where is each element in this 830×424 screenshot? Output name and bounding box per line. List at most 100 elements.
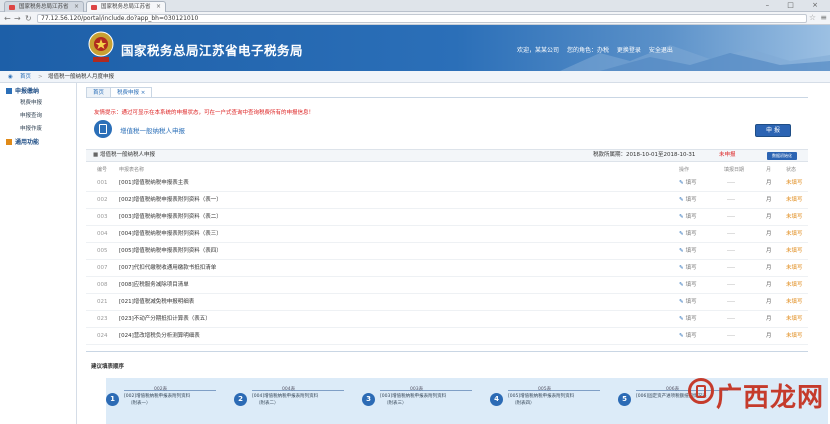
step-desc: [004]增值税纳税申报表附列资料: [252, 394, 319, 399]
tab-divider: [86, 97, 808, 98]
address-bar: ← → ↻ 77.12.56.120/portal/include.do?app…: [0, 12, 830, 25]
pen-icon: ✎: [679, 316, 684, 322]
browser-tab-1[interactable]: 国家税务总局江苏省 ×: [4, 1, 84, 12]
menu-square-icon: [6, 88, 12, 94]
fill-link[interactable]: ✎ 填写: [679, 209, 697, 226]
pen-icon: ✎: [679, 299, 684, 305]
row-period: 月: [766, 299, 772, 305]
row-name[interactable]: [003]增值税纳税申报表附列资料（表二）: [119, 209, 222, 226]
sidebar-item-declare-query[interactable]: 申报查询: [20, 112, 42, 121]
reload-icon[interactable]: ↻: [25, 14, 32, 23]
fill-link-label: 填写: [685, 282, 697, 288]
table-row: 021 [021]增值税减免税申报明细表 ---- 月 未填写 ✎ 填写: [86, 294, 808, 311]
close-tab-icon[interactable]: ×: [156, 2, 161, 12]
pen-icon: ✎: [679, 231, 684, 237]
data-init-button[interactable]: 数据初始化: [767, 152, 797, 160]
browser-menu-icon[interactable]: ≡: [820, 13, 827, 22]
status-badge: 未申报: [719, 152, 736, 158]
fill-link[interactable]: ✎ 填写: [679, 328, 697, 345]
back-icon[interactable]: ←: [4, 14, 11, 23]
tax-emblem-icon: [88, 31, 114, 62]
bookmark-star-icon[interactable]: ☆: [809, 13, 816, 22]
expand-icon[interactable]: ■: [93, 152, 98, 158]
pen-icon: ✎: [679, 197, 684, 203]
sidebar: 申报缴纳 税费申报 申报查询 申报作废 通用功能: [0, 83, 77, 424]
header-links: 欢迎，某某公司 您的角色：办税 更换登录 安全退出: [517, 45, 679, 54]
mountain-banner-icon: [560, 45, 830, 71]
step-number-badge: 3: [362, 393, 375, 406]
role-link[interactable]: 您的角色：办税: [567, 47, 609, 54]
breadcrumb-current: 增值税一般纳税人月度申报: [48, 74, 115, 80]
fill-link[interactable]: ✎ 填写: [679, 192, 697, 209]
browser-tab-bar: 国家税务总局江苏省 × 国家税务总局江苏省 × – □ ×: [0, 0, 830, 12]
fill-link[interactable]: ✎ 填写: [679, 243, 697, 260]
forward-icon[interactable]: →: [14, 14, 21, 23]
step-desc-sub: （附表三）: [384, 401, 407, 406]
table-row: 023 [023]不动产分期抵扣计算表（表五） ---- 月 未填写 ✎ 填写: [86, 311, 808, 328]
row-period: 月: [766, 282, 772, 288]
fill-link-label: 填写: [685, 265, 697, 271]
flow-arrow: [380, 390, 472, 391]
breadcrumb-home[interactable]: 首页: [20, 71, 31, 83]
row-code: 003: [97, 214, 108, 220]
table-row: 024 [024]营改增税负分析测算明细表 ---- 月 未填写 ✎ 填写: [86, 328, 808, 345]
row-status: 未填写: [786, 197, 803, 203]
sidebar-item-tax-declare[interactable]: 税费申报: [20, 99, 42, 108]
fill-link[interactable]: ✎ 填写: [679, 311, 697, 328]
fill-link-label: 填写: [685, 180, 697, 186]
switch-login-link[interactable]: 更换登录: [617, 47, 641, 54]
row-period: 月: [766, 316, 772, 322]
step-desc: [005]增值税纳税申报表附列资料: [508, 394, 575, 399]
pen-icon: ✎: [679, 265, 684, 271]
row-code: 023: [97, 316, 108, 322]
row-period: 月: [766, 197, 772, 203]
fill-link[interactable]: ✎ 填写: [679, 294, 697, 311]
declare-button[interactable]: 申 报: [755, 124, 791, 137]
row-period: 月: [766, 248, 772, 254]
sidebar-section-common[interactable]: 通用功能: [6, 138, 39, 147]
logout-link[interactable]: 安全退出: [649, 47, 673, 54]
favicon-icon: [91, 5, 97, 10]
form-title: 增值税一般纳税人申报: [120, 127, 185, 135]
col-header-op: 操作: [679, 167, 690, 173]
col-header-name: 申报表名称: [119, 167, 145, 173]
row-code: 004: [97, 231, 108, 237]
close-icon[interactable]: ×: [141, 90, 146, 96]
pen-icon: ✎: [679, 214, 684, 220]
close-tab-icon[interactable]: ×: [74, 2, 79, 12]
row-name[interactable]: [023]不动产分期抵扣计算表（表五）: [119, 311, 211, 328]
step-code: 005表: [538, 387, 552, 392]
url-input[interactable]: 77.12.56.120/portal/include.do?app_bh=03…: [37, 14, 807, 23]
row-name[interactable]: [005]增值税纳税申报表附列资料（表四）: [119, 243, 222, 260]
row-period: 月: [766, 231, 772, 237]
row-name[interactable]: [007]代扣代缴税收通用缴款书抵扣清单: [119, 260, 216, 277]
row-date: ----: [727, 248, 735, 254]
browser-tab-2[interactable]: 国家税务总局江苏省 ×: [86, 1, 166, 12]
row-name[interactable]: [008]应税服务减除项目清单: [119, 277, 189, 294]
fill-link[interactable]: ✎ 填写: [679, 277, 697, 294]
col-header-code: 编号: [97, 167, 108, 173]
row-name[interactable]: [004]增值税纳税申报表附列资料（表三）: [119, 226, 222, 243]
sidebar-item-declare-void[interactable]: 申报作废: [20, 125, 42, 134]
declare-info-bar: ■ 增值税一般纳税人申报 税款所属期：2018-10-01至2018-10-31…: [86, 149, 808, 162]
fill-link[interactable]: ✎ 填写: [679, 226, 697, 243]
row-status: 未填写: [786, 231, 803, 237]
window-controls[interactable]: – □ ×: [766, 1, 826, 9]
col-header-date: 填报日期: [724, 167, 745, 173]
sidebar-section-declare[interactable]: 申报缴纳: [6, 87, 39, 96]
row-date: ----: [727, 299, 735, 305]
fill-link[interactable]: ✎ 填写: [679, 175, 697, 192]
flow-arrow: [252, 390, 344, 391]
row-name[interactable]: [021]增值税减免税申报明细表: [119, 294, 194, 311]
col-header-status: 状态: [786, 167, 797, 173]
row-name[interactable]: [002]增值税纳税申报表附列资料（表一）: [119, 192, 222, 209]
col-header-period: 月: [766, 167, 772, 173]
row-name[interactable]: [024]营改增税负分析测算明细表: [119, 328, 200, 345]
row-status: 未填写: [786, 316, 803, 322]
row-code: 021: [97, 299, 108, 305]
row-date: ----: [727, 180, 735, 186]
fill-link[interactable]: ✎ 填写: [679, 260, 697, 277]
pen-icon: ✎: [679, 248, 684, 254]
row-name[interactable]: [001]增值税纳税申报表主表: [119, 175, 189, 192]
step-code: 006表: [666, 387, 680, 392]
